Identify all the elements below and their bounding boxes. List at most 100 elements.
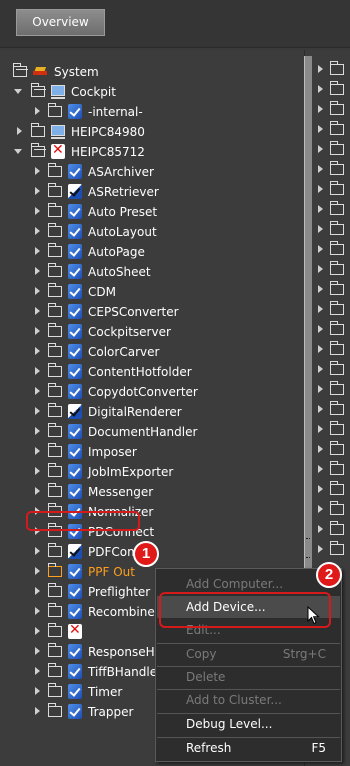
tree-row-system[interactable]: System xyxy=(0,62,304,82)
expand-right-icon[interactable] xyxy=(318,225,323,233)
expand-right-icon[interactable] xyxy=(35,287,40,295)
right-tree-row[interactable] xyxy=(318,100,350,120)
expand-right-icon[interactable] xyxy=(318,85,323,93)
tree-row-child[interactable]: AutoPage xyxy=(0,242,304,262)
right-tree-row[interactable] xyxy=(318,200,350,220)
right-tree-row[interactable] xyxy=(318,320,350,340)
expand-right-icon[interactable] xyxy=(35,567,40,575)
right-tree-row[interactable] xyxy=(318,60,350,80)
right-tree-row[interactable] xyxy=(318,220,350,240)
tree-row-child[interactable]: JobImExporter xyxy=(0,462,304,482)
menu-debug-level[interactable]: Debug Level... xyxy=(157,713,340,735)
right-tree-row[interactable] xyxy=(318,400,350,420)
expand-right-icon[interactable] xyxy=(35,267,40,275)
tree-row-child[interactable]: ContentHotfolder xyxy=(0,362,304,382)
expand-right-icon[interactable] xyxy=(35,667,40,675)
expand-right-icon[interactable] xyxy=(318,205,323,213)
right-tree-row[interactable] xyxy=(318,140,350,160)
expand-right-icon[interactable] xyxy=(35,467,40,475)
expand-right-icon[interactable] xyxy=(318,505,323,513)
right-tree-row[interactable] xyxy=(318,500,350,520)
expand-right-icon[interactable] xyxy=(35,307,40,315)
expand-right-icon[interactable] xyxy=(318,405,323,413)
tree-row-child[interactable]: Auto Preset xyxy=(0,202,304,222)
expand-right-icon[interactable] xyxy=(318,65,323,73)
expand-right-icon[interactable] xyxy=(318,265,323,273)
expand-right-icon[interactable] xyxy=(318,445,323,453)
expand-right-icon[interactable] xyxy=(318,485,323,493)
expand-right-icon[interactable] xyxy=(35,167,40,175)
menu-add-to-cluster[interactable]: Add to Cluster... xyxy=(157,689,340,711)
right-tree-row[interactable] xyxy=(318,80,350,100)
right-tree-row[interactable] xyxy=(318,280,350,300)
tree-row-internal[interactable]: -internal- xyxy=(0,102,304,122)
tree-row-child[interactable]: CEPSConverter xyxy=(0,302,304,322)
expand-right-icon[interactable] xyxy=(35,487,40,495)
tree-row-cockpit[interactable]: Cockpit xyxy=(0,82,304,102)
tree-row-child[interactable]: ASArchiver xyxy=(0,162,304,182)
right-tree-row[interactable] xyxy=(318,540,350,560)
tree-row-child[interactable]: ASRetriever xyxy=(0,182,304,202)
expand-right-icon[interactable] xyxy=(35,587,40,595)
tree-row-child[interactable]: CopydotConverter xyxy=(0,382,304,402)
right-tree-row[interactable] xyxy=(318,460,350,480)
right-tree-row[interactable] xyxy=(318,480,350,500)
expand-right-icon[interactable] xyxy=(35,447,40,455)
expand-right-icon[interactable] xyxy=(318,385,323,393)
expand-right-icon[interactable] xyxy=(318,345,323,353)
expand-right-icon[interactable] xyxy=(35,347,40,355)
expand-right-icon[interactable] xyxy=(35,187,40,195)
expand-right-icon[interactable] xyxy=(318,365,323,373)
expand-right-icon[interactable] xyxy=(318,325,323,333)
expand-right-icon[interactable] xyxy=(35,607,40,615)
expand-right-icon[interactable] xyxy=(35,687,40,695)
tree-row-child[interactable]: DocumentHandler xyxy=(0,422,304,442)
right-tree-row[interactable] xyxy=(318,380,350,400)
expand-right-icon[interactable] xyxy=(318,125,323,133)
expand-down-icon[interactable] xyxy=(14,89,22,94)
expand-right-icon[interactable] xyxy=(318,465,323,473)
expand-right-icon[interactable] xyxy=(35,247,40,255)
expand-right-icon[interactable] xyxy=(35,547,40,555)
splitter-grip[interactable] xyxy=(306,538,310,558)
expand-right-icon[interactable] xyxy=(318,185,323,193)
expand-right-icon[interactable] xyxy=(35,227,40,235)
expand-right-icon[interactable] xyxy=(17,127,22,135)
tree-row-child[interactable]: Imposer xyxy=(0,442,304,462)
menu-delete[interactable]: Delete xyxy=(157,666,340,688)
expand-right-icon[interactable] xyxy=(318,105,323,113)
right-tree-row[interactable] xyxy=(318,180,350,200)
tree-row-child[interactable]: DigitalRenderer xyxy=(0,402,304,422)
expand-down-icon[interactable] xyxy=(14,149,22,154)
expand-right-icon[interactable] xyxy=(35,647,40,655)
tree-row-heipc84980[interactable]: HEIPC84980 xyxy=(0,122,304,142)
expand-right-icon[interactable] xyxy=(35,107,40,115)
expand-right-icon[interactable] xyxy=(318,145,323,153)
expand-right-icon[interactable] xyxy=(35,407,40,415)
tree-row-heipc85712[interactable]: HEIPC85712 xyxy=(0,142,304,162)
right-tree-row[interactable] xyxy=(318,120,350,140)
expand-right-icon[interactable] xyxy=(35,627,40,635)
expand-right-icon[interactable] xyxy=(318,525,323,533)
expand-right-icon[interactable] xyxy=(318,285,323,293)
right-tree-row[interactable] xyxy=(318,420,350,440)
expand-right-icon[interactable] xyxy=(35,367,40,375)
tab-overview[interactable]: Overview xyxy=(16,9,105,36)
tree-row-child[interactable]: AutoLayout xyxy=(0,222,304,242)
expand-right-icon[interactable] xyxy=(318,425,323,433)
tree-row-child[interactable]: Cockpitserver xyxy=(0,322,304,342)
expand-right-icon[interactable] xyxy=(318,305,323,313)
expand-right-icon[interactable] xyxy=(35,427,40,435)
expand-right-icon[interactable] xyxy=(35,207,40,215)
expand-right-icon[interactable] xyxy=(35,387,40,395)
right-tree-row[interactable] xyxy=(318,300,350,320)
tree-row-child[interactable]: AutoSheet xyxy=(0,262,304,282)
menu-refresh[interactable]: Refresh F5 xyxy=(157,737,340,759)
expand-right-icon[interactable] xyxy=(35,707,40,715)
expand-right-icon[interactable] xyxy=(35,327,40,335)
right-tree-row[interactable] xyxy=(318,360,350,380)
menu-copy[interactable]: Copy Strg+C xyxy=(157,643,340,665)
expand-right-icon[interactable] xyxy=(318,545,323,553)
right-tree-row[interactable] xyxy=(318,260,350,280)
tree-row-child[interactable]: Messenger xyxy=(0,482,304,502)
